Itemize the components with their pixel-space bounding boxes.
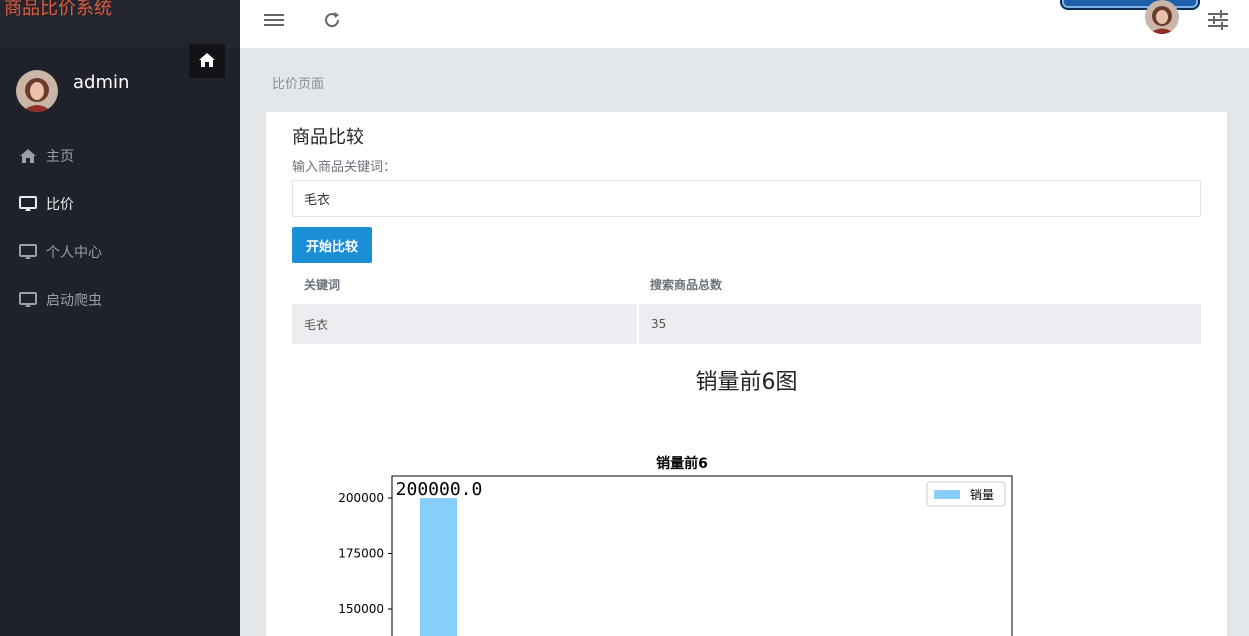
legend-swatch [934,490,960,499]
user-panel: admin [16,70,129,112]
user-name: admin [73,72,130,93]
y-tick-label: 200000 [338,491,384,505]
sales-bar-chart: 销量前6 200000 175000 150000 200000.0 销量 [338,455,1013,636]
avatar[interactable] [16,70,58,112]
y-tick-label: 175000 [338,547,384,561]
start-compare-button[interactable]: 开始比较 [292,227,372,263]
chart-section-title: 销量前6图 [695,370,798,395]
sidebar-item-label: 比价 [46,197,74,213]
monitor-icon [19,195,37,213]
page-title: 商品比较 [292,127,364,148]
monitor-icon [19,243,37,261]
result-table: 关键词 搜索商品总数 毛衣 35 [292,264,1201,344]
avatar[interactable] [1145,0,1179,34]
table-cell: 毛衣 [292,304,639,344]
keyword-label: 输入商品关键词： [292,160,397,175]
sidebar-item-home[interactable]: 主页 [0,132,240,180]
chart-plot-area [391,475,1013,636]
badge-graphic [1062,0,1198,8]
chart-legend: 销量 [926,481,1006,507]
table-header-row: 关键词 搜索商品总数 [292,264,1201,304]
table-header-cell: 关键词 [304,277,341,292]
table-row: 毛衣 35 [292,304,1201,344]
sidebar-item-profile[interactable]: 个人中心 [0,228,240,276]
table-header-cell: 搜索商品总数 [650,277,723,292]
sidebar: 商品比价系统 admin 主页 比价 个人中心 启动爬虫 [0,0,240,636]
refresh-icon[interactable] [320,8,344,32]
monitor-icon [19,291,37,309]
top-bar [240,0,1249,48]
settings-sliders-icon[interactable] [1206,8,1230,32]
sidebar-nav: 主页 比价 个人中心 启动爬虫 [0,132,240,324]
sidebar-item-compare[interactable]: 比价 [0,180,240,228]
legend-label: 销量 [970,488,994,502]
menu-icon[interactable] [262,8,286,32]
sidebar-item-label: 启动爬虫 [46,293,102,309]
table-cell: 35 [638,304,1201,344]
home-icon [19,147,37,165]
keyword-input[interactable] [292,180,1201,217]
chart-bar [420,498,457,636]
sidebar-item-label: 主页 [46,149,74,165]
bar-value-label: 200000.0 [396,479,483,500]
breadcrumb: 比价页面 [272,77,325,92]
chart-title: 销量前6 [656,455,708,472]
app-title: 商品比价系统 [0,0,240,48]
y-tick-label: 150000 [338,602,384,616]
sidebar-item-crawler[interactable]: 启动爬虫 [0,276,240,324]
home-icon [199,52,215,71]
compare-card: 商品比较 输入商品关键词： 开始比较 关键词 搜索商品总数 毛衣 35 销量前6… [266,112,1227,636]
sidebar-item-label: 个人中心 [46,245,102,261]
home-button[interactable] [189,44,225,78]
